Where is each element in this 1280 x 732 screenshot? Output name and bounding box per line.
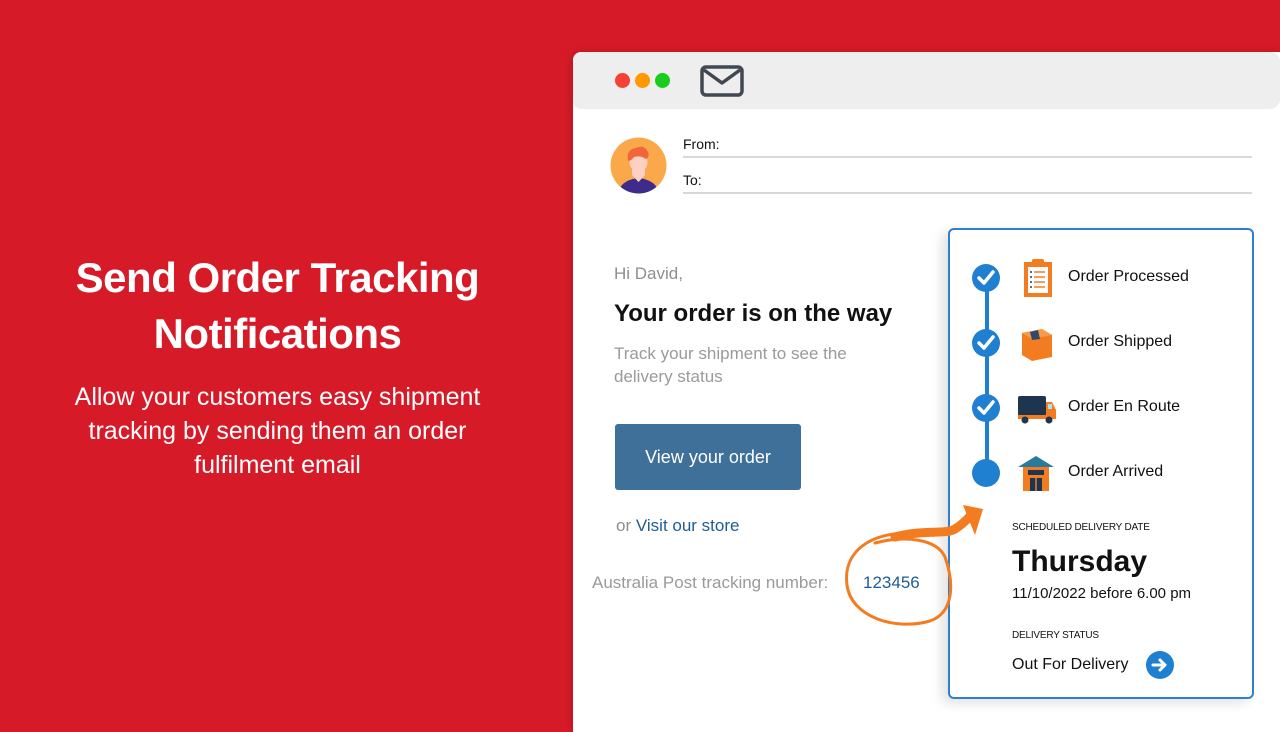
check-icon [972,394,1000,422]
from-label: From: [683,136,720,152]
view-order-button[interactable]: View your order [615,424,801,490]
minimize-dot-icon[interactable] [635,73,650,88]
step-label: Order En Route [1068,398,1181,415]
delivery-status-label: DELIVERY STATUS [1012,630,1099,641]
step-label: Order Shipped [1068,333,1173,350]
step-order-arrived: Order Arrived [972,453,1242,493]
avatar [610,137,667,194]
step-label: Order Arrived [1068,463,1164,480]
step-order-processed: Order Processed [972,258,1242,298]
tracking-label: Australia Post tracking number: [592,573,829,592]
truck-icon [1018,396,1056,424]
from-field[interactable]: From: [683,134,1252,158]
step-order-en-route: Order En Route [972,388,1242,428]
box-icon [1022,329,1052,361]
house-icon [1018,456,1054,491]
annotation-circle-arrow [845,505,983,626]
step-order-shipped: Order Shipped [972,323,1242,363]
hero-section: Send Order Tracking Notifications Allow … [40,250,515,482]
email-subline: Track your shipment to see the delivery … [614,344,847,386]
step-label: Order Processed [1068,268,1189,285]
check-icon [972,264,1000,292]
delivery-status: Out For Delivery [1012,656,1129,673]
window-title-bar [573,52,1280,109]
scheduled-delivery-label: SCHEDULED DELIVERY DATE [1012,522,1150,533]
hero-title: Send Order Tracking Notifications [40,250,515,362]
to-label: To: [683,172,702,188]
delivery-day: Thursday [1012,545,1148,578]
maximize-dot-icon[interactable] [655,73,670,88]
close-dot-icon[interactable] [615,73,630,88]
greeting: Hi David, [614,264,683,283]
email-headline: Your order is on the way [614,300,893,327]
pending-dot-icon [972,459,1000,487]
delivery-date: 11/10/2022 before 6.00 pm [1012,585,1192,602]
mail-icon [700,65,744,97]
visit-store-row: or Visit our store [616,516,739,536]
hero-title-line-2: Notifications [153,310,402,357]
arrow-right-icon[interactable] [1146,651,1174,679]
to-field[interactable]: To: [683,170,1252,194]
clipboard-icon [1024,259,1052,297]
timeline-line [985,278,989,473]
check-icon [972,329,1000,357]
visit-store-link[interactable]: Visit our store [636,516,740,535]
hero-subtitle: Allow your customers easy shipment track… [74,383,481,479]
hero-title-line-1: Send Order Tracking [75,254,480,301]
or-text: or [616,516,632,535]
